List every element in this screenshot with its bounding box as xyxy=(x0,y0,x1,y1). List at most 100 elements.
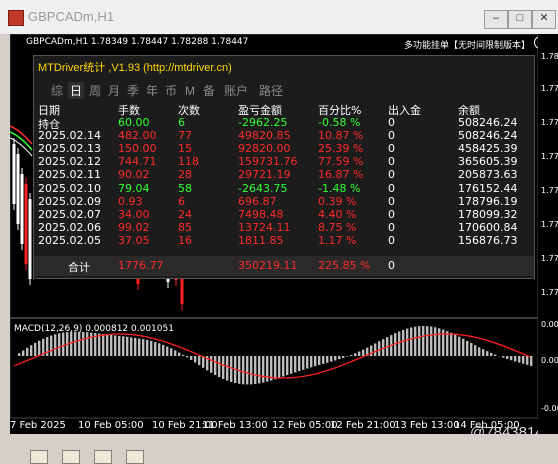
row-pct: 16.87 % xyxy=(318,168,364,182)
minimize-button[interactable]: – xyxy=(484,10,508,29)
macd-histogram-bar xyxy=(254,356,257,385)
macd-histogram-bar xyxy=(438,328,441,356)
candle-body xyxy=(16,154,20,224)
macd-histogram-bar xyxy=(122,336,125,356)
macd-histogram-bar xyxy=(138,338,141,356)
macd-histogram-bar xyxy=(50,335,53,356)
panel-tab[interactable]: 币 xyxy=(163,82,179,99)
macd-histogram-bar xyxy=(378,341,381,356)
sheet-tab[interactable] xyxy=(126,450,144,464)
total-label: 合计 xyxy=(68,261,90,274)
holding-inout: 0 xyxy=(388,116,395,129)
price-tick: 1.77 xyxy=(541,152,558,161)
row-pnl: 696.87 xyxy=(238,194,277,208)
row-pct: 1.17 % xyxy=(318,233,357,247)
panel-tab[interactable]: 日 xyxy=(68,82,84,99)
macd-histogram-bar xyxy=(302,356,305,370)
row-lots: 37.05 xyxy=(118,233,150,247)
row-pnl: 7498.48 xyxy=(238,207,284,221)
macd-histogram-bar xyxy=(526,356,529,365)
macd-histogram-bar xyxy=(362,349,365,356)
sheet-tab[interactable] xyxy=(62,450,80,464)
macd-histogram-bar xyxy=(70,331,73,356)
panel-tab[interactable]: 周 xyxy=(87,82,103,99)
window-title: GBPCADm,H1 xyxy=(28,9,114,24)
time-axis: 7 Feb 2025 10 Feb 05:00 10 Feb 21:00 11 Feb… xyxy=(10,418,538,434)
row-lots: 0.93 xyxy=(118,194,143,208)
price-tick: 1.77 xyxy=(541,288,558,297)
sheet-tab[interactable] xyxy=(94,450,112,464)
row-date: 2025.02.14 xyxy=(38,129,101,143)
macd-histogram-bar xyxy=(410,327,413,356)
panel-tab[interactable]: 季 xyxy=(125,82,141,99)
macd-histogram-bar xyxy=(130,337,133,356)
price-tick: 1.78 xyxy=(541,52,558,61)
macd-tick: -0.00 xyxy=(541,404,558,413)
candle-body xyxy=(20,174,24,244)
panel-tab[interactable]: 备 xyxy=(201,82,217,99)
close-button[interactable]: ✕ xyxy=(532,10,556,29)
total-pct: 225.85 % xyxy=(318,259,371,272)
row-pct: 0.39 % xyxy=(318,194,357,208)
macd-histogram-bar xyxy=(114,335,117,356)
expert-advisor-label: 多功能挂单【无时间限制版本】 xyxy=(403,41,530,51)
macd-histogram-bar xyxy=(118,335,121,356)
macd-histogram-bar xyxy=(290,356,293,374)
macd-histogram-bar xyxy=(242,356,245,385)
macd-histogram-bar xyxy=(198,356,201,366)
macd-histogram-bar xyxy=(98,333,101,356)
macd-histogram-bar xyxy=(82,331,85,356)
macd-histogram-bar xyxy=(294,356,297,373)
bottom-tab-strip xyxy=(0,448,558,464)
macd-histogram-bar xyxy=(478,347,481,356)
macd-histogram-bar xyxy=(246,356,249,385)
row-date: 2025.02.06 xyxy=(38,220,101,234)
row-count: 15 xyxy=(178,142,192,156)
panel-tab[interactable]: 综 xyxy=(49,82,65,99)
macd-histogram-bar xyxy=(466,340,469,356)
row-inout: 0 xyxy=(388,168,395,182)
row-lots: 482.00 xyxy=(118,129,157,143)
macd-histogram-bar xyxy=(146,340,149,356)
row-count: 6 xyxy=(178,194,185,208)
macd-histogram-bar xyxy=(330,356,333,362)
macd-histogram-bar xyxy=(510,356,513,361)
macd-histogram-bar xyxy=(430,326,433,356)
row-date: 2025.02.07 xyxy=(38,207,101,221)
price-tick: 1.77 xyxy=(541,84,558,93)
macd-histogram-bar xyxy=(166,346,169,356)
macd-histogram-bar xyxy=(110,334,113,356)
panel-tab[interactable]: M xyxy=(182,84,198,98)
holding-count: 6 xyxy=(178,116,185,129)
sheet-tab[interactable] xyxy=(30,450,48,464)
row-pnl: 13724.11 xyxy=(238,220,291,234)
time-tick: 10 Feb 05:00 xyxy=(78,420,144,431)
row-date: 2025.02.10 xyxy=(38,181,101,195)
macd-histogram-bar xyxy=(218,356,221,378)
macd-histogram-bar xyxy=(210,356,213,373)
macd-histogram-bar xyxy=(458,336,461,356)
macd-histogram-bar xyxy=(258,356,261,384)
macd-histogram-bar xyxy=(266,356,269,382)
panel-tab[interactable]: 月 xyxy=(106,82,122,99)
mtdriver-stats-panel: MTDriver统计 ,V1.93 (http://mtdriver.cn) 综… xyxy=(33,55,535,279)
row-pnl: 159731.76 xyxy=(238,155,298,169)
macd-histogram-bar xyxy=(422,326,425,356)
panel-tab[interactable]: 路径 xyxy=(255,82,287,99)
macd-histogram-bar xyxy=(74,331,77,356)
macd-histogram-bar xyxy=(370,345,373,356)
panel-tab[interactable]: 年 xyxy=(144,82,160,99)
maximize-button[interactable]: □ xyxy=(508,10,532,29)
macd-histogram-bar xyxy=(470,343,473,356)
macd-histogram-bar xyxy=(398,331,401,356)
macd-histogram-bar xyxy=(446,331,449,356)
row-count: 58 xyxy=(178,181,192,195)
row-inout: 0 xyxy=(388,129,395,143)
macd-histogram-bar xyxy=(342,356,345,358)
macd-histogram-bar xyxy=(326,356,329,363)
macd-histogram-bar xyxy=(286,356,289,376)
macd-histogram-bar xyxy=(78,331,81,356)
candle-body xyxy=(12,144,16,204)
macd-histogram-bar xyxy=(514,356,517,362)
panel-tab[interactable]: 账户 xyxy=(220,82,252,99)
